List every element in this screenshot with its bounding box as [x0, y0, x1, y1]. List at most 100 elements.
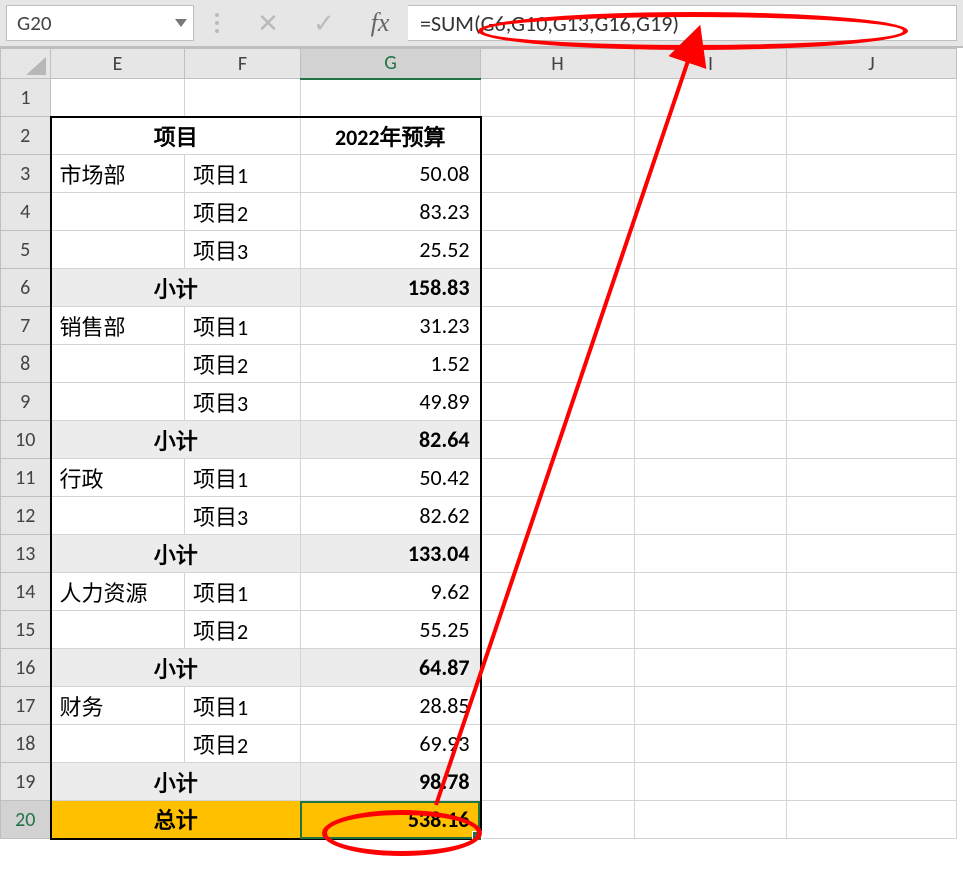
cell-item[interactable]: 项目1 [185, 155, 301, 193]
cell-subtotal[interactable]: 小计 [51, 649, 301, 687]
row-header[interactable]: 9 [1, 383, 51, 421]
cell-dept[interactable]: 销售部 [51, 307, 185, 345]
cell-val[interactable]: 25.52 [301, 231, 481, 269]
row-header[interactable]: 4 [1, 193, 51, 231]
cell[interactable] [635, 459, 787, 497]
cell-dept[interactable] [51, 193, 185, 231]
cell-dept[interactable] [51, 345, 185, 383]
cell[interactable] [787, 269, 957, 307]
cell[interactable] [635, 649, 787, 687]
grid[interactable]: E F G H I J 1 2 项目 2022年预算 3 市场部 项目1 50.… [0, 48, 957, 840]
row-header[interactable]: 17 [1, 687, 51, 725]
cell-val[interactable]: 64.87 [301, 649, 481, 687]
cell-val[interactable]: 50.42 [301, 459, 481, 497]
row-header[interactable]: 8 [1, 345, 51, 383]
cell[interactable] [635, 231, 787, 269]
cell-dept[interactable] [51, 725, 185, 763]
cell[interactable] [481, 725, 635, 763]
cell[interactable] [787, 117, 957, 155]
cell-item[interactable]: 项目2 [185, 345, 301, 383]
cell[interactable] [787, 687, 957, 725]
row-header[interactable]: 1 [1, 79, 51, 117]
cell[interactable] [481, 649, 635, 687]
cell-val[interactable]: 49.89 [301, 383, 481, 421]
cell-val[interactable]: 98.78 [301, 763, 481, 801]
cell[interactable] [51, 79, 185, 117]
row-header[interactable]: 18 [1, 725, 51, 763]
cell[interactable] [481, 79, 635, 117]
cell[interactable] [787, 383, 957, 421]
cell-item[interactable]: 项目1 [185, 459, 301, 497]
cell[interactable] [481, 117, 635, 155]
cell-dept[interactable] [51, 383, 185, 421]
cell-total-val[interactable]: 538.16 [301, 801, 481, 839]
cell-dept[interactable] [51, 497, 185, 535]
chevron-down-icon[interactable] [175, 19, 187, 27]
cell[interactable] [481, 155, 635, 193]
cell[interactable] [481, 421, 635, 459]
name-box-splitter[interactable] [194, 13, 240, 33]
cell-val[interactable]: 50.08 [301, 155, 481, 193]
cell-val[interactable]: 31.23 [301, 307, 481, 345]
row-header[interactable]: 19 [1, 763, 51, 801]
cell[interactable] [787, 535, 957, 573]
cell[interactable] [787, 307, 957, 345]
cell[interactable] [787, 611, 957, 649]
cell-dept[interactable] [51, 231, 185, 269]
cell-val[interactable]: 1.52 [301, 345, 481, 383]
row-header[interactable]: 12 [1, 497, 51, 535]
col-header-H[interactable]: H [481, 49, 635, 79]
cell[interactable] [481, 801, 635, 839]
cell[interactable] [787, 155, 957, 193]
formula-input[interactable]: =SUM(G6,G10,G13,G16,G19) [408, 5, 957, 41]
cell[interactable] [635, 573, 787, 611]
cell-item[interactable]: 项目3 [185, 383, 301, 421]
cell[interactable] [787, 231, 957, 269]
cell-subtotal[interactable]: 小计 [51, 421, 301, 459]
cell[interactable] [185, 79, 301, 117]
cell-item[interactable]: 项目3 [185, 497, 301, 535]
cell-dept[interactable]: 市场部 [51, 155, 185, 193]
cell-item[interactable]: 项目1 [185, 687, 301, 725]
row-header[interactable]: 15 [1, 611, 51, 649]
header-budget[interactable]: 2022年预算 [301, 117, 481, 155]
cell[interactable] [635, 763, 787, 801]
col-header-J[interactable]: J [787, 49, 957, 79]
cell[interactable] [787, 573, 957, 611]
row-header[interactable]: 3 [1, 155, 51, 193]
cell[interactable] [481, 573, 635, 611]
cell[interactable] [787, 345, 957, 383]
cell[interactable] [481, 231, 635, 269]
cell[interactable] [635, 117, 787, 155]
row-header[interactable]: 2 [1, 117, 51, 155]
cell[interactable] [635, 155, 787, 193]
cell[interactable] [635, 345, 787, 383]
cell[interactable] [635, 269, 787, 307]
cell-item[interactable]: 项目2 [185, 611, 301, 649]
cell[interactable] [481, 611, 635, 649]
cell-item[interactable]: 项目2 [185, 725, 301, 763]
cell[interactable] [635, 725, 787, 763]
cell[interactable] [481, 193, 635, 231]
cell[interactable] [787, 459, 957, 497]
col-header-G[interactable]: G [301, 49, 481, 79]
col-header-F[interactable]: F [185, 49, 301, 79]
cell[interactable] [787, 763, 957, 801]
cell[interactable] [787, 421, 957, 459]
cell[interactable] [301, 79, 481, 117]
cell[interactable] [787, 193, 957, 231]
cell-item[interactable]: 项目2 [185, 193, 301, 231]
cell-val[interactable]: 82.62 [301, 497, 481, 535]
cell[interactable] [787, 79, 957, 117]
row-header[interactable]: 20 [1, 801, 51, 839]
cell[interactable] [481, 687, 635, 725]
cell-dept[interactable]: 行政 [51, 459, 185, 497]
cell[interactable] [635, 421, 787, 459]
cell-total-label[interactable]: 总计 [51, 801, 301, 839]
col-header-E[interactable]: E [51, 49, 185, 79]
cell-subtotal[interactable]: 小计 [51, 269, 301, 307]
row-header[interactable]: 10 [1, 421, 51, 459]
cell[interactable] [481, 307, 635, 345]
row-header[interactable]: 14 [1, 573, 51, 611]
cell[interactable] [787, 801, 957, 839]
